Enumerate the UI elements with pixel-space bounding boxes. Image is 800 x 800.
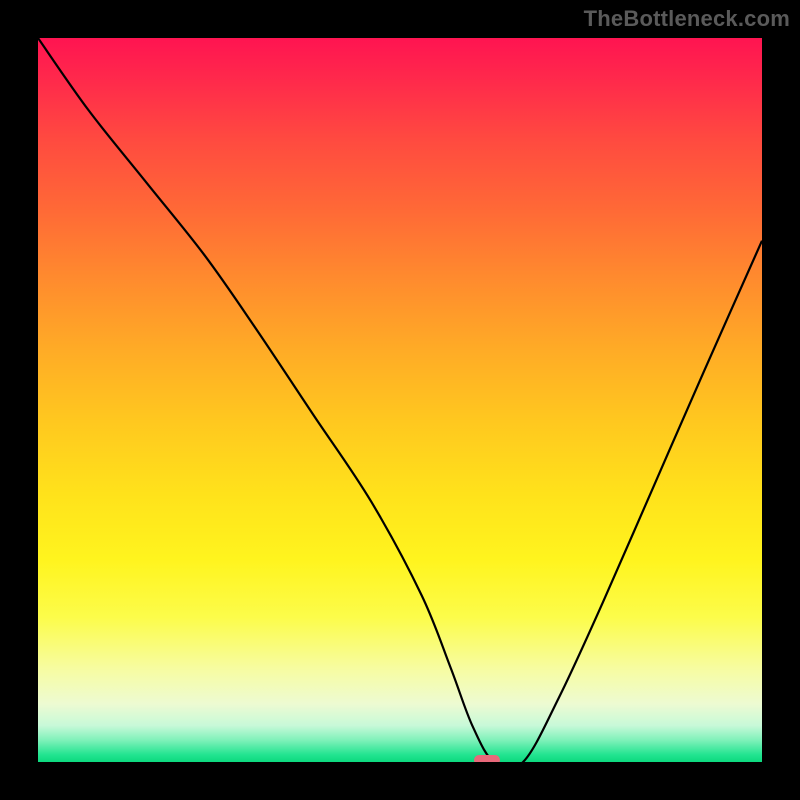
optimal-point-marker <box>474 755 499 762</box>
plot-area <box>38 38 762 762</box>
bottleneck-curve <box>38 38 762 762</box>
chart-container: TheBottleneck.com <box>0 0 800 800</box>
watermark-text: TheBottleneck.com <box>584 6 790 32</box>
